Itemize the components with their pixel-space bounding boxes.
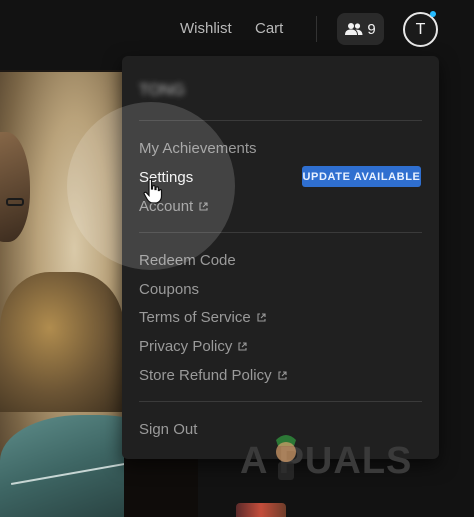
friends-button[interactable]: 9: [337, 13, 384, 45]
nav-cart-link[interactable]: Cart: [255, 20, 283, 37]
menu-item-sign-out[interactable]: Sign Out: [139, 421, 197, 438]
external-link-icon: [278, 367, 287, 384]
menu-item-privacy-policy[interactable]: Privacy Policy: [139, 338, 247, 355]
top-bar: Wishlist Cart 9 T: [0, 0, 474, 58]
menu-item-store-refund-policy[interactable]: Store Refund Policy: [139, 367, 287, 384]
avatar-button[interactable]: T: [403, 12, 438, 47]
hand-cursor-icon: [143, 178, 163, 204]
menu-item-label: Store Refund Policy: [139, 367, 272, 384]
menu-item-label: Terms of Service: [139, 309, 251, 326]
game-thumbnail[interactable]: [236, 503, 286, 517]
friends-count: 9: [367, 20, 376, 38]
watermark-text: A PUALS: [240, 440, 413, 482]
menu-item-label: Sign Out: [139, 421, 198, 438]
external-link-icon: [238, 338, 247, 355]
watermark-mascot-icon: [268, 430, 304, 482]
artwork-character: [0, 132, 30, 242]
artwork-landscape: [0, 272, 124, 412]
friends-icon: [345, 22, 363, 36]
menu-item-coupons[interactable]: Coupons: [139, 281, 199, 298]
online-status-dot: [430, 11, 436, 17]
external-link-icon: [257, 309, 266, 326]
menu-item-label: Privacy Policy: [139, 338, 233, 355]
artwork-glasses: [6, 198, 24, 206]
menu-username: TONG: [139, 82, 185, 99]
update-available-badge[interactable]: UPDATE AVAILABLE: [302, 166, 421, 187]
menu-item-terms-of-service[interactable]: Terms of Service: [139, 309, 266, 326]
menu-separator: [139, 401, 422, 402]
nav-wishlist-link[interactable]: Wishlist: [180, 20, 232, 37]
nav-divider: [316, 16, 317, 42]
menu-item-label: Coupons: [139, 281, 200, 298]
avatar-letter: T: [415, 20, 426, 38]
